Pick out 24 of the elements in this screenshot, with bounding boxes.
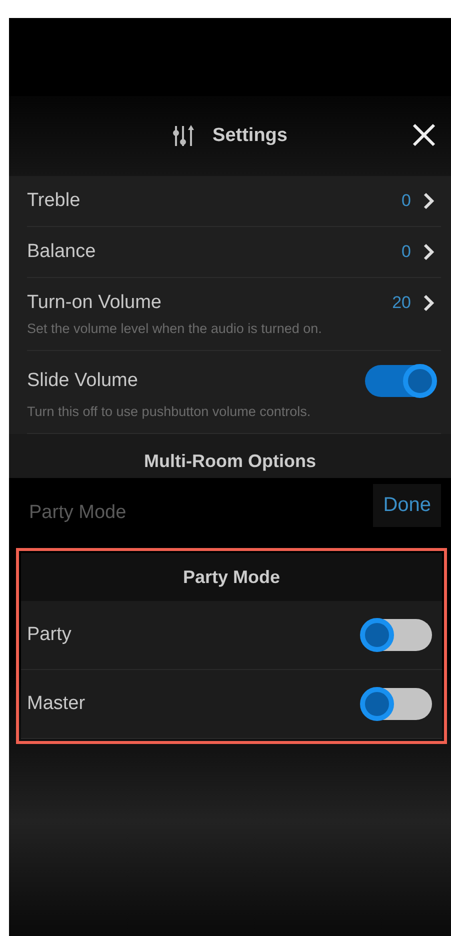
- section-title: Multi-Room Options: [144, 451, 316, 473]
- setting-label: Master: [27, 693, 86, 715]
- toggle-switch[interactable]: [365, 365, 435, 397]
- screen-title: Settings: [212, 125, 288, 147]
- setting-label: Turn-on Volume: [27, 292, 162, 314]
- setting-label: Party: [27, 624, 72, 646]
- setting-description: Set the volume level when the audio is turned on.: [27, 321, 323, 336]
- setting-label: Balance: [27, 241, 97, 263]
- setting-value[interactable]: 0: [402, 191, 411, 211]
- panel-title: Party Mode: [182, 566, 280, 588]
- setting-label: Party Mode: [29, 502, 126, 524]
- equalizer-icon: [172, 124, 195, 148]
- toggle-switch[interactable]: [362, 688, 432, 720]
- chevron-icon[interactable]: [423, 243, 435, 261]
- chevron-icon[interactable]: [423, 192, 435, 210]
- toggle-switch[interactable]: [362, 619, 432, 651]
- chevron-icon[interactable]: [423, 294, 435, 312]
- setting-value[interactable]: 0: [402, 242, 411, 262]
- setting-label: Slide Volume: [27, 370, 139, 392]
- setting-description: Turn this off to use pushbutton volume controls.: [27, 404, 312, 419]
- setting-label: Treble: [27, 190, 82, 212]
- done-button[interactable]: Done: [373, 484, 441, 526]
- close-icon[interactable]: [411, 122, 437, 148]
- setting-value[interactable]: 20: [392, 293, 411, 313]
